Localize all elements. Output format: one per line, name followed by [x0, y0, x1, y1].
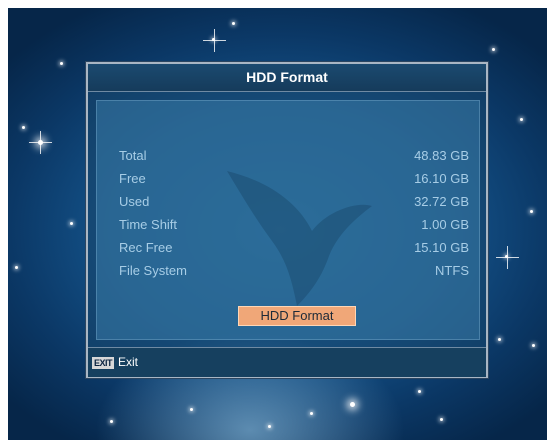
star-icon [190, 408, 193, 411]
file-system-value: NTFS [435, 263, 469, 278]
total-label: Total [119, 148, 147, 163]
hdd-info-panel: Total 48.83 GB Free 16.10 GB Used 32.72 … [96, 100, 480, 340]
star-icon [22, 126, 25, 129]
frame-border-left [0, 0, 8, 448]
used-value: 32.72 GB [414, 194, 469, 209]
hdd-info-row-rec-free: Rec Free 15.10 GB [119, 240, 469, 258]
time-shift-value: 1.00 GB [421, 217, 469, 232]
used-label: Used [119, 194, 150, 209]
hdd-info-row-time-shift: Time Shift 1.00 GB [119, 217, 469, 235]
star-icon [530, 210, 533, 213]
star-icon [520, 118, 523, 121]
star-icon [203, 29, 226, 52]
rec-free-label: Rec Free [119, 240, 173, 255]
star-icon [232, 22, 235, 25]
star-icon [268, 425, 271, 428]
star-icon [60, 62, 63, 65]
exit-key-icon[interactable]: EXIT [92, 357, 115, 369]
frame-border-bottom [0, 440, 555, 448]
total-value: 48.83 GB [414, 148, 469, 163]
time-shift-label: Time Shift [119, 217, 178, 232]
star-icon [15, 266, 18, 269]
hdd-info-row-used: Used 32.72 GB [119, 194, 469, 212]
hdd-info-row-file-system: File System NTFS [119, 263, 469, 281]
dialog-title-bar: HDD Format [88, 64, 486, 92]
frame-border-right [547, 0, 555, 448]
star-icon [440, 418, 443, 421]
star-icon [110, 420, 113, 423]
free-value: 16.10 GB [414, 171, 469, 186]
frame-border-top [0, 0, 555, 8]
free-label: Free [119, 171, 146, 186]
star-icon [496, 246, 519, 269]
star-icon [492, 48, 495, 51]
star-icon [498, 338, 501, 341]
rec-free-value: 15.10 GB [414, 240, 469, 255]
star-icon [418, 390, 421, 393]
footer-bar: EXIT Exit [88, 347, 486, 377]
hdd-info-row-total: Total 48.83 GB [119, 148, 469, 166]
hdd-info-row-free: Free 16.10 GB [119, 171, 469, 189]
star-icon [29, 131, 52, 154]
exit-label: Exit [118, 355, 139, 369]
star-icon [310, 412, 313, 415]
star-icon [532, 344, 535, 347]
dialog-title: HDD Format [246, 69, 328, 85]
hdd-format-dialog: HDD Format Total 48.83 GB Free 16.10 GB … [86, 62, 488, 378]
file-system-label: File System [119, 263, 187, 278]
star-icon [70, 222, 73, 225]
hdd-format-button[interactable]: HDD Format [238, 306, 356, 326]
star-icon [350, 402, 355, 407]
